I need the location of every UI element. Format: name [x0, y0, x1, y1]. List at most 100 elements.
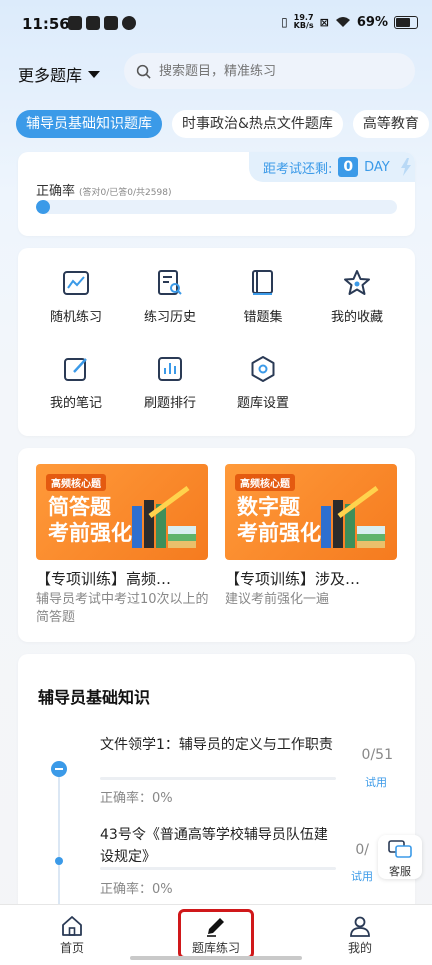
sim-icon: ⊠ — [319, 15, 329, 29]
trial-tag[interactable]: 试用 — [365, 774, 387, 790]
search-icon — [136, 64, 151, 79]
chapter-accuracy: 正确率：0% — [100, 882, 173, 897]
play-icon — [104, 16, 118, 30]
chart-icon — [63, 271, 89, 295]
banner-heading: 简答题 考前强化 — [48, 494, 132, 546]
status-right: ▯ 19.7 KB/s ⊠ 69% — [281, 14, 418, 30]
customer-service-label: 客服 — [389, 865, 411, 878]
banner-heading-line2: 考前强化 — [48, 521, 132, 545]
battery-percent: 69% — [356, 14, 388, 30]
banner-heading-line1: 简答题 — [48, 495, 111, 519]
knowledge-card: 辅导员基础知识 文件领学1：辅导员的定义与工作职责 正确率：0% 0/51 试用… — [18, 654, 415, 924]
accuracy-stats: (答对0/已答0/共2598) — [79, 188, 172, 198]
home-icon — [62, 916, 82, 936]
feature-label: 题库设置 — [236, 396, 289, 411]
chapter-count: 0/ — [355, 842, 369, 858]
nav-label: 我的 — [347, 941, 372, 955]
nav-home[interactable]: 首页 — [32, 913, 112, 956]
home-indicator — [130, 956, 302, 960]
gear-icon — [251, 356, 275, 382]
nav-label: 首页 — [59, 941, 84, 955]
practice-history-button[interactable]: 练习历史 — [125, 268, 215, 325]
banner-tag: 高频核心题 — [235, 474, 295, 491]
accuracy-progress-fill — [36, 200, 50, 214]
tab-higher-education[interactable]: 高等教育 — [352, 110, 429, 138]
chapter-progress-bar — [100, 867, 336, 870]
feature-label: 练习历史 — [143, 310, 196, 325]
special-title[interactable]: 【专项训练】高频… — [36, 568, 212, 589]
note-icon — [64, 358, 87, 381]
ranking-icon — [158, 357, 182, 381]
status-time: 11:56 — [22, 15, 70, 33]
banner-heading-line1: 数字题 — [237, 495, 300, 519]
tab-basic-knowledge[interactable]: 辅导员基础知识题库 — [16, 110, 162, 138]
bank-tabs: 辅导员基础知识题库 时事政治&热点文件题库 高等教育 — [16, 110, 429, 138]
books-illustration — [321, 486, 385, 548]
countdown-unit: DAY — [364, 159, 390, 175]
collapse-icon[interactable] — [51, 761, 67, 777]
notification-icon — [86, 16, 100, 30]
lightning-icon — [400, 158, 411, 176]
vibrate-icon: ▯ — [281, 15, 288, 29]
feature-label: 刷题排行 — [143, 396, 196, 411]
random-practice-button[interactable]: 随机练习 — [31, 268, 121, 325]
chapter-accuracy: 正确率：0% — [100, 791, 173, 806]
books-illustration — [132, 486, 196, 548]
my-favorites-button[interactable]: 我的收藏 — [312, 268, 402, 325]
accuracy-label: 正确率 (答对0/已答0/共2598) — [36, 180, 171, 199]
chapter-count: 0/51 — [361, 747, 393, 763]
banner-tag: 高频核心题 — [46, 474, 106, 491]
notification-icon — [68, 16, 82, 30]
feature-label: 我的笔记 — [49, 396, 102, 411]
features-card: 随机练习 练习历史 错题集 我的收藏 我的笔记 刷题排行 题库设置 — [18, 248, 415, 436]
countdown-days: 0 — [338, 157, 359, 177]
ranking-button[interactable]: 刷题排行 — [125, 354, 215, 411]
feature-label: 我的收藏 — [330, 310, 383, 325]
exam-countdown: 距考试还剩: 0 DAY — [249, 152, 415, 182]
star-icon — [344, 270, 370, 295]
special-training-card: 高频核心题 简答题 考前强化 高频核心题 数字题 考前强化 【专项训练】高频… 辅导… — [18, 448, 415, 642]
timeline-line — [58, 764, 60, 924]
chat-icon — [388, 840, 412, 858]
banner-heading-line2: 考前强化 — [237, 521, 321, 545]
banner-heading: 数字题 考前强化 — [237, 494, 321, 546]
accuracy-title: 正确率 — [36, 184, 76, 199]
book-icon — [252, 270, 273, 295]
net-speed-unit: KB/s — [293, 21, 314, 30]
chapter-progress-bar — [100, 777, 336, 780]
wifi-icon — [335, 17, 350, 27]
chevron-down-icon — [88, 70, 101, 78]
user-icon — [350, 916, 370, 937]
search-input[interactable] — [157, 62, 391, 80]
special-title[interactable]: 【专项训练】涉及… — [225, 568, 401, 589]
history-icon — [158, 270, 182, 295]
chapter-title[interactable]: 43号令《普通高等学校辅导员队伍建设规定》 — [100, 824, 340, 868]
customer-service-button[interactable]: 客服 — [378, 835, 422, 879]
feature-label: 随机练习 — [49, 310, 102, 325]
special-banner-numbers[interactable]: 高频核心题 数字题 考前强化 — [225, 464, 397, 560]
battery-icon — [394, 15, 418, 29]
section-title: 辅导员基础知识 — [38, 688, 151, 707]
accuracy-progress-bar — [36, 200, 397, 214]
selection-highlight — [178, 909, 254, 959]
bank-select-dropdown[interactable]: 更多题库 — [18, 62, 101, 86]
feature-label: 错题集 — [243, 310, 283, 325]
my-notes-button[interactable]: 我的笔记 — [31, 354, 121, 411]
bank-select-label: 更多题库 — [18, 66, 83, 85]
search-bar[interactable] — [124, 53, 415, 89]
app-icon — [122, 16, 136, 30]
special-desc: 建议考前强化一遍 — [225, 592, 330, 607]
special-desc: 辅导员考试中考过10次以上的简答题 — [36, 592, 209, 625]
nav-profile[interactable]: 我的 — [320, 913, 400, 956]
timeline-dot — [55, 857, 63, 865]
wrong-questions-button[interactable]: 错题集 — [218, 268, 308, 325]
chapter-title[interactable]: 文件领学1：辅导员的定义与工作职责 — [100, 734, 340, 756]
tab-current-affairs[interactable]: 时事政治&热点文件题库 — [172, 110, 343, 138]
countdown-label: 距考试还剩: — [263, 161, 333, 177]
trial-tag[interactable]: 试用 — [351, 868, 373, 884]
status-bar: 11:56 ▯ 19.7 KB/s ⊠ 69% — [0, 0, 432, 50]
net-speed: 19.7 KB/s — [294, 14, 314, 30]
bank-settings-button[interactable]: 题库设置 — [218, 354, 308, 411]
accuracy-card: 距考试还剩: 0 DAY 正确率 (答对0/已答0/共2598) — [18, 152, 415, 236]
special-banner-short-answer[interactable]: 高频核心题 简答题 考前强化 — [36, 464, 208, 560]
